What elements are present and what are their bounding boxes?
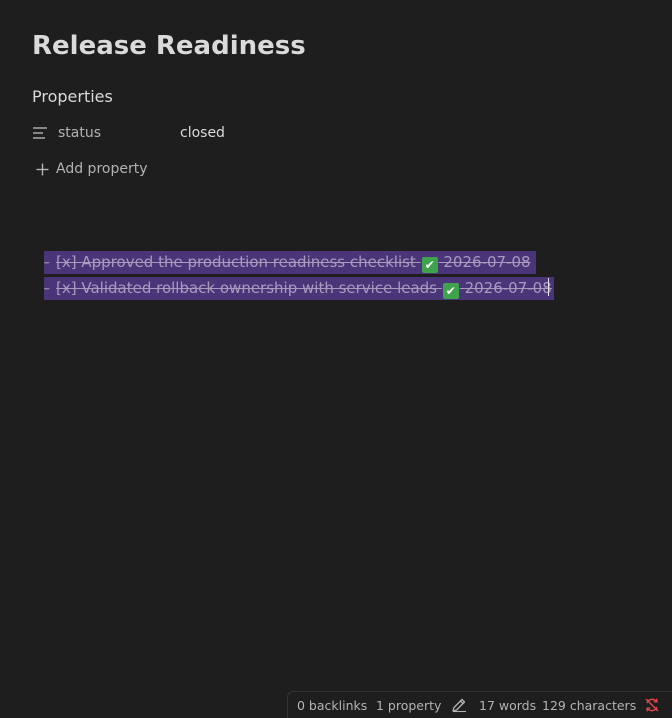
task-line[interactable]: - [x] Validated rollback ownership with s…: [44, 277, 554, 300]
property-row-status[interactable]: status closed: [32, 122, 632, 144]
sync-off-icon[interactable]: [644, 697, 660, 713]
task-date: 2026-07-08: [464, 279, 552, 297]
task-line[interactable]: - [x] Approved the production readiness c…: [44, 251, 536, 274]
character-count: 129 characters: [542, 698, 637, 713]
properties-count: 1 property: [376, 698, 442, 713]
list-bullet: -: [44, 279, 50, 297]
backlinks-count[interactable]: 0 backlinks: [297, 698, 367, 714]
text-cursor: [547, 278, 549, 296]
property-value[interactable]: closed: [180, 124, 225, 142]
pencil-icon[interactable]: [451, 697, 467, 713]
task-marker: [x]: [56, 279, 77, 297]
page-title[interactable]: Release Readiness: [32, 29, 306, 63]
status-bar: 0 backlinks 1 property 17 words 129 char…: [287, 691, 672, 718]
task-text: Approved the production readiness checkl…: [81, 253, 416, 271]
task-marker: [x]: [56, 253, 77, 271]
property-key[interactable]: status: [58, 124, 101, 142]
plus-icon: [36, 163, 49, 176]
add-property-button[interactable]: Add property: [32, 158, 172, 180]
properties-heading[interactable]: Properties: [32, 87, 113, 107]
list-bullet: -: [44, 253, 50, 271]
task-date: 2026-07-08: [443, 253, 531, 271]
task-text: Validated rollback ownership with servic…: [81, 279, 438, 297]
check-mark-icon: ✔: [442, 283, 459, 299]
add-property-label: Add property: [56, 161, 148, 177]
word-count: 17 words: [479, 698, 537, 713]
text-lines-icon: [33, 127, 47, 139]
check-mark-icon: ✔: [421, 257, 438, 273]
